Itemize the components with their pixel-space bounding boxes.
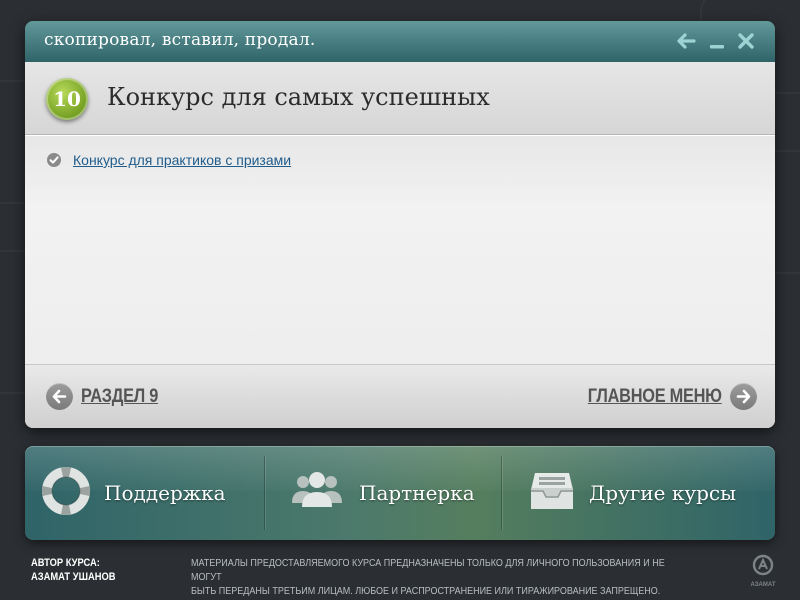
title-bar: скопировал, вставил, продал.	[25, 21, 775, 62]
lesson-header: 10 Конкурс для самых успешных	[25, 62, 775, 135]
lesson-item-link[interactable]: Конкурс для практиков с призами	[73, 152, 291, 168]
lesson-content: 10 Конкурс для самых успешных Конкурс дл…	[25, 62, 775, 428]
support-button[interactable]: Поддержка	[42, 446, 226, 540]
inbox-tray-icon	[529, 469, 575, 518]
author-name: АЗАМАТ УШАНОВ	[31, 571, 116, 583]
arrow-right-icon	[730, 383, 757, 410]
disclaimer-line: БЫТЬ ПЕРЕДАНЫ ТРЕТЬИМ ЛИЦАМ. ЛЮБОЕ И РАС…	[191, 586, 661, 597]
other-courses-button[interactable]: Другие курсы	[529, 446, 736, 540]
lifebuoy-icon	[42, 466, 90, 520]
lesson-list-item[interactable]: Конкурс для практиков с призами	[47, 150, 291, 170]
lesson-number-badge: 10	[46, 78, 88, 120]
copyright-disclaimer: МАТЕРИАЛЫ ПРЕДОСТАВЛЯЕМОГО КУРСА ПРЕДНАЗ…	[191, 557, 695, 599]
lesson-navigation: РАЗДЕЛ 9 ГЛАВНОЕ МЕНЮ	[25, 364, 775, 428]
prev-section-button[interactable]: РАЗДЕЛ 9	[46, 383, 171, 410]
partner-button[interactable]: Партнерка	[289, 446, 475, 540]
author-label: АВТОР КУРСА:	[31, 557, 100, 569]
back-arrow-icon[interactable]	[676, 31, 696, 51]
partner-label: Партнерка	[359, 481, 475, 505]
support-label: Поддержка	[104, 481, 226, 505]
other-courses-label: Другие курсы	[589, 481, 737, 505]
users-icon	[289, 469, 345, 518]
main-menu-label: ГЛАВНОЕ МЕНЮ	[588, 385, 722, 407]
arrow-left-icon	[46, 383, 73, 410]
prev-section-label: РАЗДЕЛ 9	[81, 385, 159, 407]
lesson-title: Конкурс для самых успешных	[107, 83, 490, 111]
lesson-window: скопировал, вставил, продал. 10 Конкурс …	[25, 21, 775, 428]
main-menu-button[interactable]: ГЛАВНОЕ МЕНЮ	[566, 383, 757, 410]
disclaimer-line: МАТЕРИАЛЫ ПРЕДОСТАВЛЯЕМОГО КУРСА ПРЕДНАЗ…	[191, 558, 665, 583]
close-icon[interactable]	[736, 31, 756, 51]
bottom-toolbar: Поддержка Партнерка Другие курсы	[25, 446, 775, 540]
minimize-icon[interactable]	[707, 31, 727, 51]
window-title: скопировал, вставил, продал.	[44, 30, 316, 50]
check-circle-icon	[47, 153, 61, 167]
logo-text: АЗАМАТ	[750, 582, 776, 588]
toolbar-divider	[264, 456, 265, 530]
toolbar-divider	[501, 456, 502, 530]
brand-logo: АЗАМАТ	[749, 554, 777, 588]
